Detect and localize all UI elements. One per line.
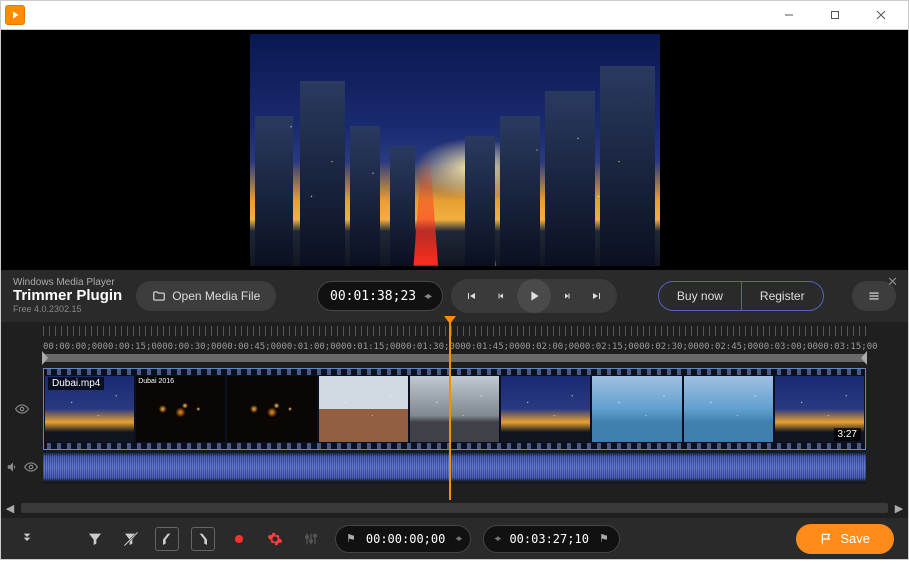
go-start-button[interactable] — [457, 282, 485, 310]
timeline-scrollbar: ◀ ▶ — [0, 498, 909, 518]
flag-icon — [820, 532, 834, 546]
ruler-mark: 00:00:00;00 — [43, 342, 103, 352]
thumbnail — [410, 376, 499, 442]
timecode-nudge-icon[interactable]: ◂▸ — [424, 291, 430, 302]
register-button[interactable]: Register — [741, 282, 823, 310]
ruler-mark: 00:02:15;00 — [579, 342, 639, 352]
trim-range-bar[interactable] — [43, 354, 866, 362]
hamburger-icon — [867, 289, 881, 303]
window-titlebar — [0, 0, 909, 30]
ruler-mark: 00:02:30;00 — [639, 342, 699, 352]
trim-out-handle[interactable] — [861, 351, 867, 365]
out-point-control[interactable]: ◂▸ 00:03:27;10 ⚑ — [483, 525, 619, 553]
in-timecode: 00:00:00;00 — [366, 532, 445, 546]
open-media-label: Open Media File — [172, 289, 260, 303]
ruler-mark: 00:02:45;00 — [699, 342, 759, 352]
thumbnail — [319, 376, 408, 442]
minimize-button[interactable] — [766, 0, 812, 30]
current-timecode[interactable]: 00:01:38;23 ◂▸ — [317, 281, 443, 311]
step-back-button[interactable] — [487, 282, 515, 310]
video-track-gutter — [1, 368, 43, 450]
step-forward-button[interactable] — [553, 282, 581, 310]
record-icon[interactable] — [227, 527, 251, 551]
marker-clear-icon[interactable] — [119, 527, 143, 551]
scroll-right-button[interactable]: ▶ — [890, 499, 908, 517]
timecode-text: 00:01:38;23 — [330, 289, 416, 304]
version-label: Free 4.0.2302.15 — [13, 305, 122, 315]
thumbnail — [592, 376, 681, 442]
scroll-track[interactable] — [21, 503, 888, 513]
video-preview[interactable] — [0, 30, 909, 270]
thumbnail — [501, 376, 590, 442]
timeline: 00:00:00;0000:00:15;0000:00:30;0000:00:4… — [0, 322, 909, 498]
play-button[interactable] — [517, 279, 551, 313]
out-nudge-icon[interactable]: ◂▸ — [494, 533, 499, 544]
open-media-button[interactable]: Open Media File — [136, 281, 276, 311]
playhead[interactable] — [449, 322, 451, 500]
ruler-mark: 00:02:00;00 — [520, 342, 580, 352]
ruler-mark: 00:00:30;00 — [162, 342, 222, 352]
ruler-mark: 00:01:15;00 — [341, 342, 401, 352]
speaker-icon[interactable] — [6, 460, 20, 474]
video-clip[interactable]: Dubai.mp4 3:27 Dubai 2016 — [43, 368, 866, 450]
equalizer-icon — [299, 527, 323, 551]
ruler-mark: 00:03:00;00 — [758, 342, 818, 352]
ruler-mark: 00:03:15;00 — [818, 342, 878, 352]
license-buttons: Buy now Register — [658, 281, 824, 311]
buy-now-button[interactable]: Buy now — [659, 282, 741, 310]
thumbnail — [684, 376, 773, 442]
clip-name: Dubai.mp4 — [48, 377, 104, 390]
waveform — [43, 452, 866, 482]
save-label: Save — [840, 531, 870, 546]
ruler-mark: 00:00:45;00 — [222, 342, 282, 352]
thumbnail: Dubai 2016 — [136, 376, 225, 442]
out-timecode: 00:03:27;10 — [509, 532, 588, 546]
eye-icon[interactable] — [15, 402, 29, 416]
panel-close-icon[interactable]: ✕ — [887, 274, 898, 290]
marker-filter-icon[interactable] — [83, 527, 107, 551]
ruler-mark: 00:01:30;00 — [401, 342, 461, 352]
preview-frame — [250, 34, 660, 266]
out-flag-icon[interactable]: ⚑ — [599, 532, 609, 545]
save-button[interactable]: Save — [796, 524, 894, 554]
go-end-button[interactable] — [583, 282, 611, 310]
in-point-control[interactable]: ⚑ 00:00:00;00 ◂▸ — [335, 525, 471, 553]
scroll-thumb[interactable] — [21, 503, 888, 513]
app-title: Trimmer Plugin — [13, 288, 122, 305]
ruler-mark: 00:01:00;00 — [281, 342, 341, 352]
app-icon — [5, 5, 25, 25]
settings-icon[interactable] — [263, 527, 287, 551]
folder-icon — [152, 289, 166, 303]
clip-duration: 3:27 — [834, 428, 861, 441]
audio-track-gutter — [1, 450, 43, 484]
title-block: Windows Media Player Trimmer Plugin Free… — [13, 277, 122, 314]
trim-in-handle[interactable] — [42, 351, 48, 365]
cut-left-icon[interactable] — [155, 527, 179, 551]
ruler-mark: 00:00:15;00 — [103, 342, 163, 352]
close-button[interactable] — [858, 0, 904, 30]
maximize-button[interactable] — [812, 0, 858, 30]
in-nudge-icon[interactable]: ◂▸ — [455, 533, 460, 544]
audio-clip[interactable] — [43, 450, 866, 484]
bottom-toolbar: ⚑ 00:00:00;00 ◂▸ ◂▸ 00:03:27;10 ⚑ Save — [0, 518, 909, 560]
expand-toggle-icon[interactable] — [15, 527, 39, 551]
main-toolbar: ✕ Windows Media Player Trimmer Plugin Fr… — [0, 270, 909, 322]
time-ruler[interactable]: 00:00:00;0000:00:15;0000:00:30;0000:00:4… — [1, 322, 908, 354]
thumbnail — [227, 376, 316, 442]
scroll-left-button[interactable]: ◀ — [1, 499, 19, 517]
cut-right-icon[interactable] — [191, 527, 215, 551]
in-flag-icon[interactable]: ⚑ — [346, 532, 356, 545]
playback-controls — [451, 279, 617, 313]
eye-icon[interactable] — [24, 460, 38, 474]
ruler-mark: 00:01:45;00 — [460, 342, 520, 352]
